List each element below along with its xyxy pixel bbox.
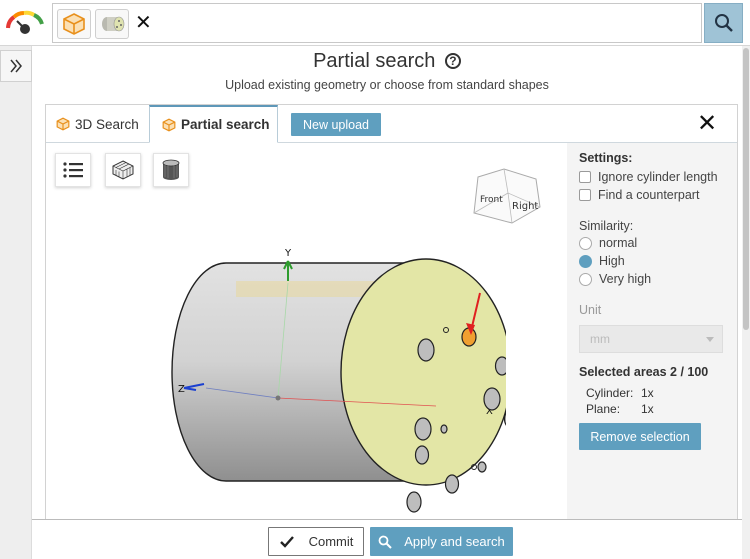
unit-select-value: mm (590, 332, 610, 346)
similarity-label: Similarity: (579, 219, 634, 233)
vertical-scrollbar[interactable] (742, 46, 750, 559)
checkbox-box[interactable] (579, 171, 591, 183)
radio-dot-selected[interactable] (579, 254, 592, 268)
settings-panel: Settings: Ignore cylinder length Find a … (567, 143, 737, 523)
similarity-very-high-radio[interactable]: Very high (579, 272, 651, 286)
tab-label: 3D Search (75, 116, 139, 132)
area-count-name: Plane: (586, 402, 621, 416)
tab-bar: 3D Search Partial search New upload ✕ (46, 105, 737, 143)
page-title-text: Partial search (313, 50, 436, 72)
gauge-logo-icon (6, 10, 44, 34)
shaded-view-button[interactable] (153, 153, 189, 187)
page-title: Partial search ? (32, 50, 742, 73)
similarity-normal-radio[interactable]: normal (579, 236, 637, 250)
apply-and-search-button[interactable]: Apply and search (370, 527, 513, 556)
axis-z-label: Z (178, 384, 185, 395)
area-count-name: Cylinder: (586, 386, 634, 400)
shaded-cylinder-icon (162, 159, 180, 180)
checkbox-box[interactable] (579, 189, 591, 201)
radio-label: Very high (599, 272, 652, 286)
unit-select[interactable]: mm (579, 325, 723, 353)
remove-selection-button[interactable]: Remove selection (579, 423, 701, 450)
axis-y-label: Y (284, 248, 292, 259)
mesh-view-icon (112, 160, 134, 180)
area-count-value: 1x (641, 402, 654, 416)
top-bar: ✕ (0, 0, 750, 46)
checkmark-icon (279, 535, 294, 548)
scrollbar-thumb[interactable] (743, 48, 749, 330)
radio-dot[interactable] (579, 236, 592, 250)
expand-sidebar-button[interactable] (0, 50, 32, 82)
tab-label: Partial search (181, 117, 270, 132)
search-button[interactable] (704, 3, 743, 43)
help-icon[interactable]: ? (444, 53, 461, 69)
find-counterpart-checkbox[interactable]: Find a counterpart (579, 188, 699, 202)
apply-label: Apply and search (404, 534, 505, 549)
radio-label: High (599, 254, 625, 268)
search-icon (714, 14, 733, 32)
mesh-view-button[interactable] (105, 153, 141, 187)
bottom-action-bar: Commit Apply and search (32, 519, 742, 559)
checkbox-label: Ignore cylinder length (598, 170, 718, 184)
commit-button[interactable]: Commit (268, 527, 364, 556)
selected-areas-heading: Selected areas 2 / 100 (579, 365, 709, 379)
checkbox-label: Find a counterpart (598, 188, 700, 202)
settings-heading: Settings: (579, 151, 633, 165)
list-view-button[interactable] (55, 153, 91, 187)
3d-viewer[interactable]: Front Right Z Y X (46, 143, 566, 523)
page-subtitle: Upload existing geometry or choose from … (225, 78, 549, 92)
search-icon (378, 535, 392, 549)
ignore-cylinder-length-checkbox[interactable]: Ignore cylinder length (579, 170, 718, 184)
left-sidebar (0, 46, 32, 559)
chevron-down-icon (706, 337, 714, 342)
area-count-value: 1x (641, 386, 654, 400)
unit-label: Unit (579, 303, 602, 317)
double-chevron-right-icon (10, 59, 22, 73)
close-panel-button[interactable]: ✕ (697, 111, 717, 137)
view-cube-front-label: Front (480, 195, 503, 205)
cube-icon (63, 13, 85, 35)
area-count-plane: Plane: 1x (586, 402, 654, 416)
cube-icon (56, 117, 70, 131)
tab-partial-search[interactable]: Partial search (149, 105, 278, 143)
part-thumbnail-chip[interactable] (95, 9, 129, 39)
clear-chips-button[interactable]: ✕ (135, 13, 152, 33)
radio-dot[interactable] (579, 272, 592, 286)
commit-label: Commit (308, 534, 354, 549)
highlighted-hole (461, 327, 477, 347)
tab-3d-search[interactable]: 3D Search (56, 105, 139, 143)
geometry-search-field[interactable]: ✕ (52, 3, 702, 43)
search-panel: 3D Search Partial search New upload ✕ Fr… (45, 104, 738, 524)
cube-icon (162, 118, 176, 131)
list-icon (63, 162, 83, 178)
area-count-cylinder: Cylinder: 1x (586, 386, 654, 400)
new-upload-button[interactable]: New upload (291, 113, 381, 136)
radio-label: normal (599, 236, 638, 250)
cube-chip[interactable] (57, 9, 91, 39)
similarity-high-radio[interactable]: High (579, 254, 625, 268)
part-thumbnail-icon (102, 16, 125, 32)
cylinder-model[interactable]: Z Y X (126, 223, 506, 513)
view-cube-right-label: Right (512, 201, 538, 212)
